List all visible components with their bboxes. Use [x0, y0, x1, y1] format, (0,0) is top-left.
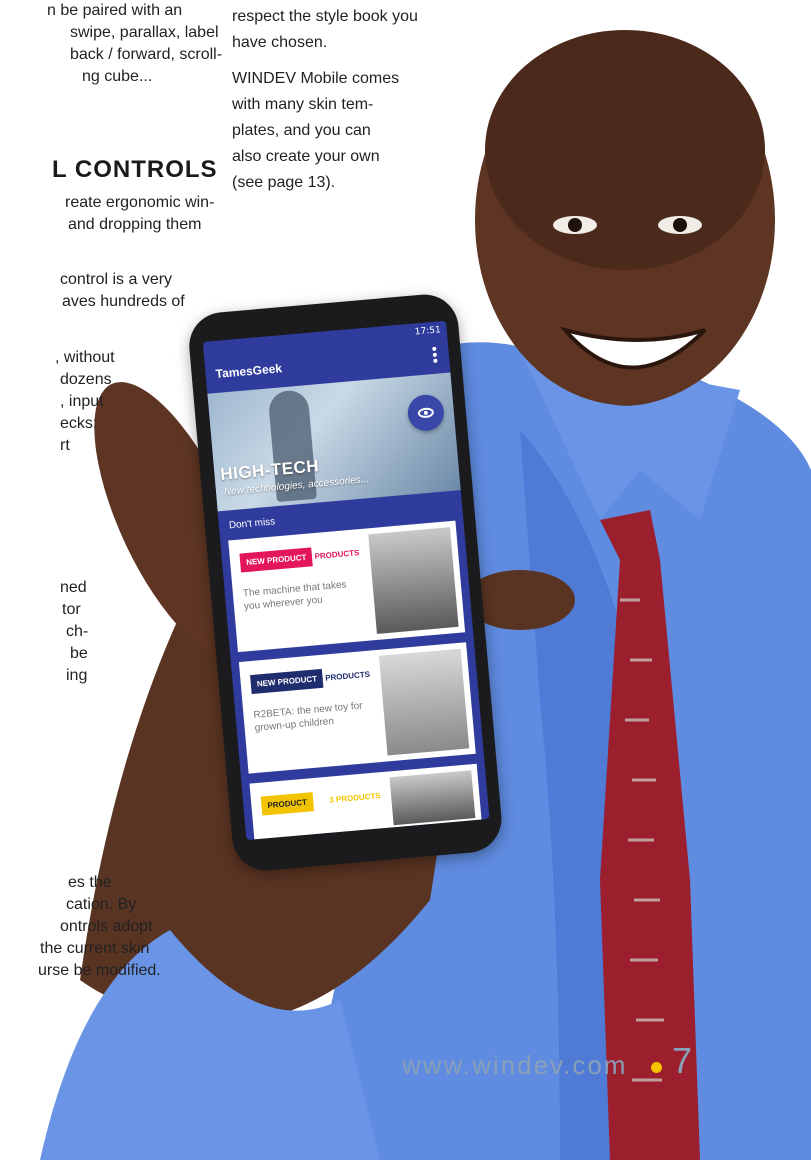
body-text-line: ned [60, 579, 87, 596]
body-text-line: WINDEV Mobile comes [232, 70, 400, 87]
left-column-bottom: es the cation. By ontrols adopt the curr… [0, 872, 200, 992]
smartphone: 17:51 TamesGeek HIGH-TECH New technologi… [155, 273, 516, 898]
body-text-line: tor [62, 601, 81, 618]
body-text-line: rt [60, 437, 70, 454]
app-title: TamesGeek [215, 361, 283, 381]
body-text-line: ing [66, 667, 88, 684]
section-label: Don't miss [228, 516, 276, 532]
product-image [378, 648, 470, 756]
body-text-line: es the [68, 874, 112, 891]
body-text-line: swipe, parallax, label [70, 24, 219, 41]
body-text-line: urse be modified. [38, 962, 161, 979]
product-count: 7 PRODUCTS [307, 548, 360, 562]
body-text-line: ontrols adopt [60, 918, 153, 935]
body-text-line: cation. By [66, 896, 137, 913]
body-text-line: also create your own [232, 148, 380, 165]
body-text-line: with many skin tem- [232, 96, 374, 113]
product-count: 3 PRODUCTS [328, 791, 382, 805]
product-card[interactable]: NEW PRODUCT 7 PRODUCTS The machine that … [228, 520, 466, 653]
product-badge: PRODUCT [260, 792, 314, 816]
body-text-line: respect the style book you [232, 8, 418, 25]
product-badge: NEW PRODUCT [239, 547, 314, 573]
product-description: The machine that takes you wherever you [242, 579, 347, 613]
page-number: 7 [672, 1040, 693, 1081]
product-count: 9 PRODUCTS [318, 669, 371, 684]
left-column-top: n be paired with an swipe, parallax, lab… [0, 0, 222, 140]
body-text-line: ch- [66, 623, 89, 640]
body-text-line: the current skin [40, 940, 150, 957]
body-text-line: reate ergonomic win- [65, 194, 215, 211]
body-text-line: have chosen. [232, 34, 328, 51]
body-text-line: be [70, 645, 88, 662]
body-text-line: and dropping them [68, 216, 202, 233]
section-heading: L CONTROLS [52, 156, 218, 183]
product-description: R2BETA: the new toy for grown-up childre… [253, 700, 363, 734]
body-text-line: control is a very [60, 271, 173, 288]
phone-screen: 17:51 TamesGeek HIGH-TECH New technologi… [202, 320, 490, 841]
eye-icon [417, 407, 435, 419]
body-text-line: (see page 13). [232, 174, 336, 191]
body-text-line: dozens [60, 371, 112, 388]
product-image [389, 770, 476, 826]
product-image [368, 527, 459, 634]
view-fab-button[interactable] [406, 393, 446, 433]
right-column: respect the style book you have chosen. … [232, 0, 522, 200]
body-text-line: ecks: [60, 415, 98, 432]
overflow-menu-icon[interactable] [432, 346, 440, 364]
product-card[interactable]: NEW PRODUCT 9 PRODUCTS R2BETA: the new t… [238, 642, 476, 774]
status-bar-time: 17:51 [414, 325, 442, 338]
body-text-line: n be paired with an [47, 2, 183, 19]
product-card[interactable]: PRODUCT 3 PRODUCTS [249, 763, 482, 841]
hero-banner[interactable]: HIGH-TECH New technologies, accessories.… [207, 372, 461, 512]
body-text-line: back / forward, scroll- [70, 46, 223, 63]
body-text-line: , input [60, 393, 104, 410]
product-badge: NEW PRODUCT [250, 668, 324, 695]
website-url[interactable]: www.windev.com [402, 1050, 627, 1081]
body-text-line: plates, and you can [232, 122, 371, 139]
body-text-line: , without [55, 349, 115, 366]
phone-body: 17:51 TamesGeek HIGH-TECH New technologi… [186, 291, 505, 874]
bullet-dot [651, 1062, 662, 1073]
body-text-line: ng cube... [82, 68, 153, 85]
